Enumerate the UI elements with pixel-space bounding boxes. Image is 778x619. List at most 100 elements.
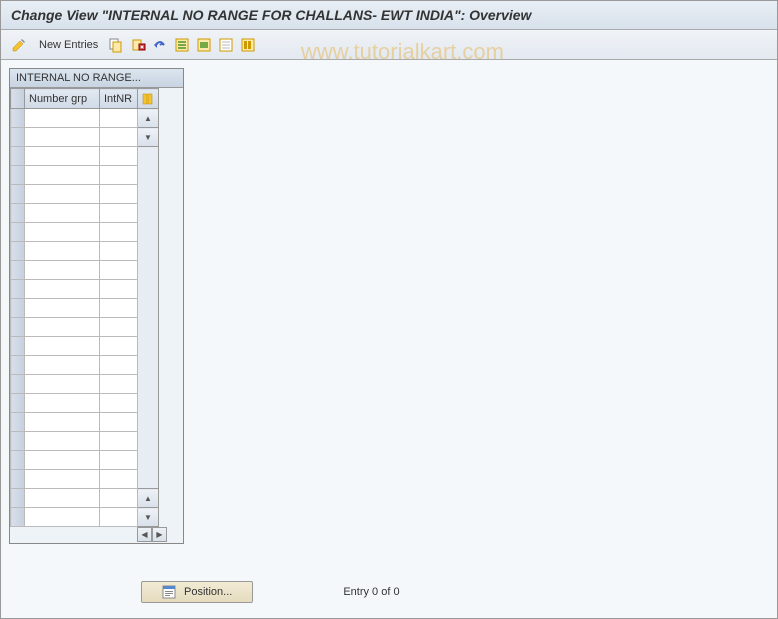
cell-intnr[interactable] <box>100 451 138 470</box>
column-header-intnr[interactable]: IntNR <box>100 89 138 109</box>
cell-numbergrp[interactable] <box>25 128 100 147</box>
cell-numbergrp[interactable] <box>25 280 100 299</box>
cell-numbergrp[interactable] <box>25 318 100 337</box>
cell-numbergrp[interactable] <box>25 109 100 128</box>
delete-icon[interactable] <box>128 35 148 55</box>
row-selector[interactable] <box>11 470 25 489</box>
cell-intnr[interactable] <box>100 204 138 223</box>
row-selector[interactable] <box>11 128 25 147</box>
row-selector[interactable] <box>11 451 25 470</box>
scroll-right-button[interactable]: ▶ <box>152 527 167 542</box>
cell-scroll <box>138 147 159 166</box>
undo-icon[interactable] <box>150 35 170 55</box>
row-selector[interactable] <box>11 337 25 356</box>
cell-numbergrp[interactable] <box>25 489 100 508</box>
cell-intnr[interactable] <box>100 413 138 432</box>
cell-intnr[interactable] <box>100 261 138 280</box>
scroll-left-button[interactable]: ◀ <box>137 527 152 542</box>
row-selector[interactable] <box>11 147 25 166</box>
table-container: INTERNAL NO RANGE... Number grp IntNR ▲▼… <box>9 68 184 544</box>
cell-numbergrp[interactable] <box>25 185 100 204</box>
row-selector[interactable] <box>11 508 25 527</box>
cell-numbergrp[interactable] <box>25 451 100 470</box>
new-entries-button[interactable]: New Entries <box>39 39 98 51</box>
table-row <box>11 394 159 413</box>
scroll-down-button-top[interactable]: ▼ <box>138 133 158 142</box>
row-selector[interactable] <box>11 375 25 394</box>
cell-numbergrp[interactable] <box>25 242 100 261</box>
select-block-icon[interactable] <box>194 35 214 55</box>
cell-scroll <box>138 318 159 337</box>
cell-numbergrp[interactable] <box>25 299 100 318</box>
cell-intnr[interactable] <box>100 356 138 375</box>
cell-intnr[interactable] <box>100 185 138 204</box>
copy-icon[interactable] <box>106 35 126 55</box>
cell-intnr[interactable] <box>100 470 138 489</box>
row-selector[interactable] <box>11 185 25 204</box>
cell-numbergrp[interactable] <box>25 261 100 280</box>
cell-intnr[interactable] <box>100 318 138 337</box>
cell-scroll <box>138 394 159 413</box>
row-selector[interactable] <box>11 413 25 432</box>
cell-intnr[interactable] <box>100 375 138 394</box>
row-selector[interactable] <box>11 318 25 337</box>
cell-intnr[interactable] <box>100 166 138 185</box>
scroll-down-button[interactable]: ▼ <box>138 513 158 522</box>
cell-scroll: ▼ <box>138 508 159 527</box>
row-selector[interactable] <box>11 261 25 280</box>
cell-numbergrp[interactable] <box>25 413 100 432</box>
scroll-up-button-bottom[interactable]: ▲ <box>138 494 158 503</box>
cell-numbergrp[interactable] <box>25 508 100 527</box>
row-selector-header[interactable] <box>11 89 25 109</box>
title-bar: Change View "INTERNAL NO RANGE FOR CHALL… <box>1 1 777 30</box>
position-button[interactable]: Position... <box>141 581 253 603</box>
cell-numbergrp[interactable] <box>25 166 100 185</box>
cell-numbergrp[interactable] <box>25 204 100 223</box>
row-selector[interactable] <box>11 356 25 375</box>
cell-intnr[interactable] <box>100 489 138 508</box>
cell-scroll: ▲ <box>138 489 159 508</box>
table-row <box>11 356 159 375</box>
cell-scroll <box>138 166 159 185</box>
cell-numbergrp[interactable] <box>25 147 100 166</box>
cell-numbergrp[interactable] <box>25 470 100 489</box>
cell-intnr[interactable] <box>100 337 138 356</box>
row-selector[interactable] <box>11 204 25 223</box>
deselect-all-icon[interactable] <box>216 35 236 55</box>
row-selector[interactable] <box>11 280 25 299</box>
row-selector[interactable] <box>11 242 25 261</box>
position-icon <box>162 585 176 599</box>
cell-numbergrp[interactable] <box>25 394 100 413</box>
row-selector[interactable] <box>11 489 25 508</box>
row-selector[interactable] <box>11 223 25 242</box>
main-area: INTERNAL NO RANGE... Number grp IntNR ▲▼… <box>1 60 777 552</box>
cell-numbergrp[interactable] <box>25 375 100 394</box>
cell-intnr[interactable] <box>100 299 138 318</box>
change-icon[interactable] <box>9 35 29 55</box>
cell-intnr[interactable] <box>100 432 138 451</box>
configure-icon[interactable] <box>238 35 258 55</box>
cell-intnr[interactable] <box>100 147 138 166</box>
row-selector[interactable] <box>11 299 25 318</box>
cell-scroll: ▲ <box>138 109 159 128</box>
row-selector[interactable] <box>11 166 25 185</box>
cell-intnr[interactable] <box>100 223 138 242</box>
row-selector[interactable] <box>11 109 25 128</box>
cell-numbergrp[interactable] <box>25 223 100 242</box>
cell-intnr[interactable] <box>100 242 138 261</box>
cell-numbergrp[interactable] <box>25 356 100 375</box>
cell-intnr[interactable] <box>100 109 138 128</box>
cell-intnr[interactable] <box>100 280 138 299</box>
cell-intnr[interactable] <box>100 394 138 413</box>
cell-intnr[interactable] <box>100 508 138 527</box>
cell-numbergrp[interactable] <box>25 337 100 356</box>
row-selector[interactable] <box>11 394 25 413</box>
column-header-numbergrp[interactable]: Number grp <box>25 89 100 109</box>
cell-numbergrp[interactable] <box>25 432 100 451</box>
select-all-icon[interactable] <box>172 35 192 55</box>
column-config-button[interactable] <box>138 89 159 109</box>
page-title: Change View "INTERNAL NO RANGE FOR CHALL… <box>11 7 531 23</box>
row-selector[interactable] <box>11 432 25 451</box>
scroll-up-button[interactable]: ▲ <box>138 114 158 123</box>
cell-intnr[interactable] <box>100 128 138 147</box>
